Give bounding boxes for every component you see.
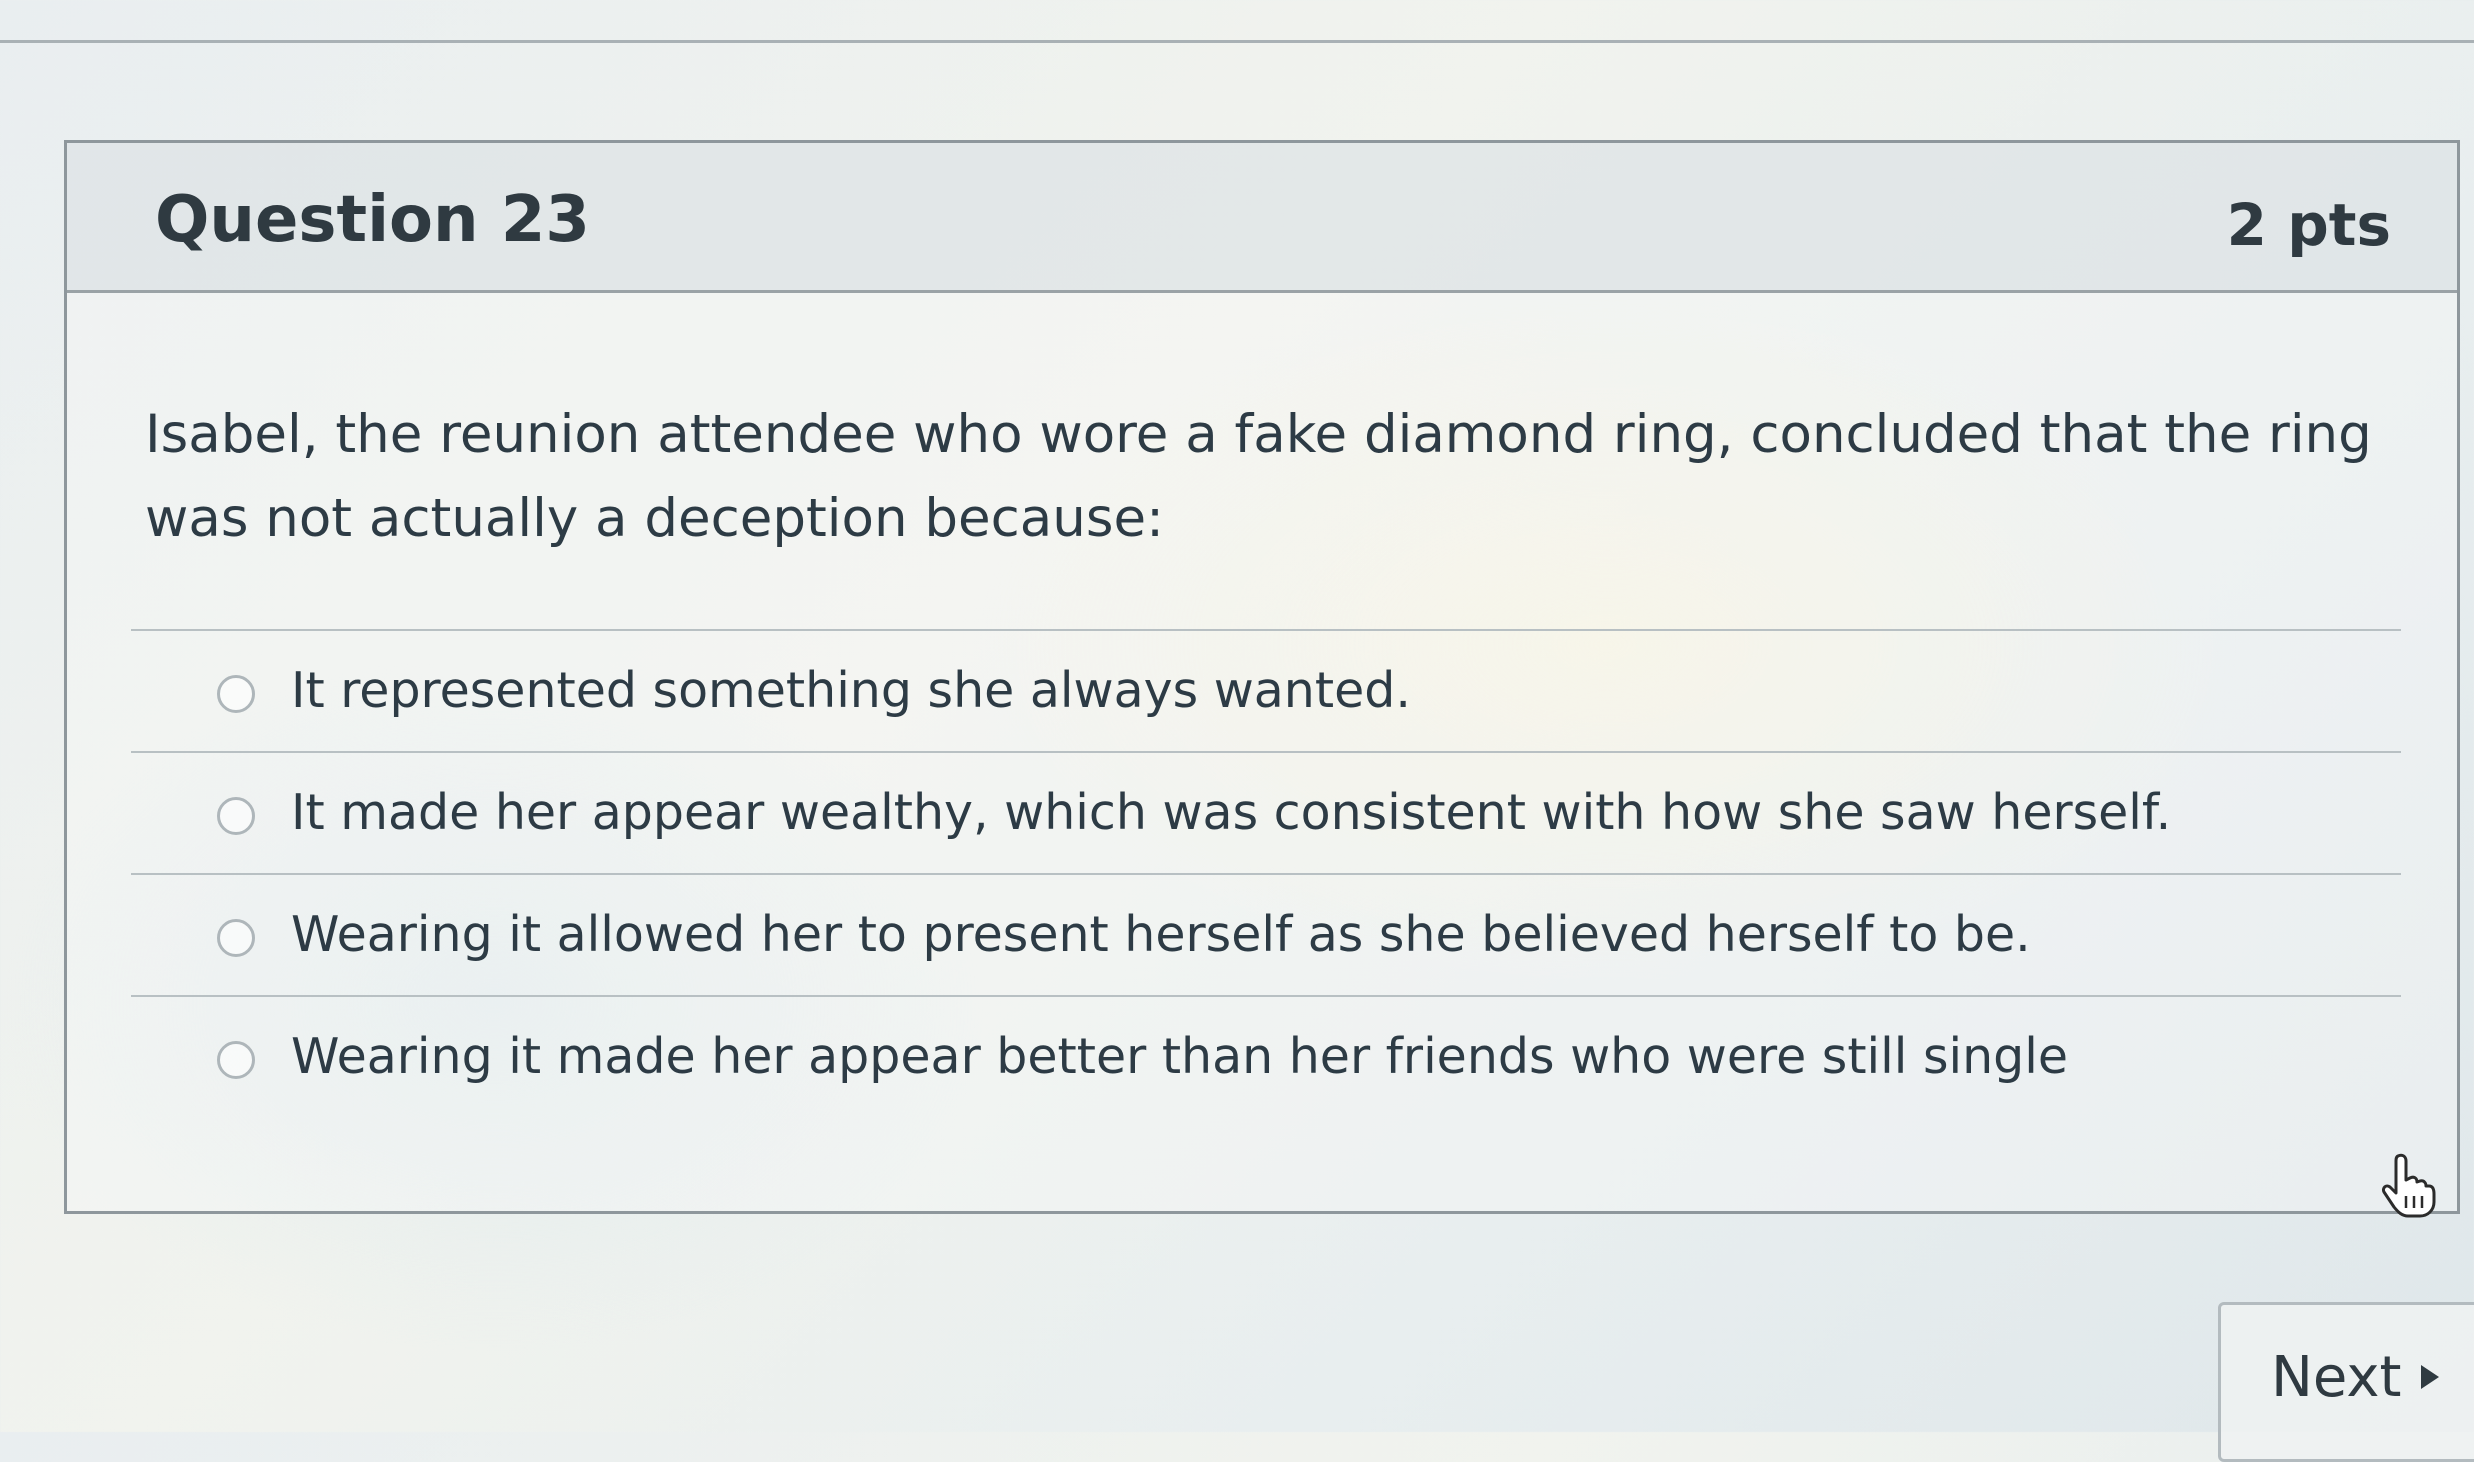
question-header: Question 23 2 pts (67, 143, 2457, 293)
answer-label[interactable]: Wearing it allowed her to present hersel… (291, 905, 2031, 965)
answer-label[interactable]: It represented something she always want… (291, 661, 1411, 721)
answer-label[interactable]: It made her appear wealthy, which was co… (291, 783, 2171, 843)
next-button-label: Next (2271, 1345, 2402, 1410)
radio-button[interactable] (217, 1041, 255, 1079)
answer-list: It represented something she always want… (131, 629, 2401, 1117)
answer-option-2[interactable]: It made her appear wealthy, which was co… (131, 751, 2401, 873)
answer-option-1[interactable]: It represented something she always want… (131, 629, 2401, 751)
answer-label[interactable]: Wearing it made her appear better than h… (291, 1027, 2068, 1087)
question-card: Question 23 2 pts Isabel, the reunion at… (64, 140, 2460, 1214)
radio-button[interactable] (217, 797, 255, 835)
answer-option-4[interactable]: Wearing it made her appear better than h… (131, 995, 2401, 1117)
question-text: Isabel, the reunion attendee who wore a … (145, 404, 2372, 549)
next-button[interactable]: Next (2218, 1302, 2474, 1462)
play-arrow-icon (2421, 1365, 2439, 1389)
answer-option-3[interactable]: Wearing it allowed her to present hersel… (131, 873, 2401, 995)
hand-pointer-icon (2382, 1153, 2436, 1218)
question-points: 2 pts (2226, 191, 2391, 259)
radio-button[interactable] (217, 919, 255, 957)
question-title: Question 23 (155, 183, 590, 257)
top-divider (0, 40, 2474, 43)
radio-button[interactable] (217, 675, 255, 713)
